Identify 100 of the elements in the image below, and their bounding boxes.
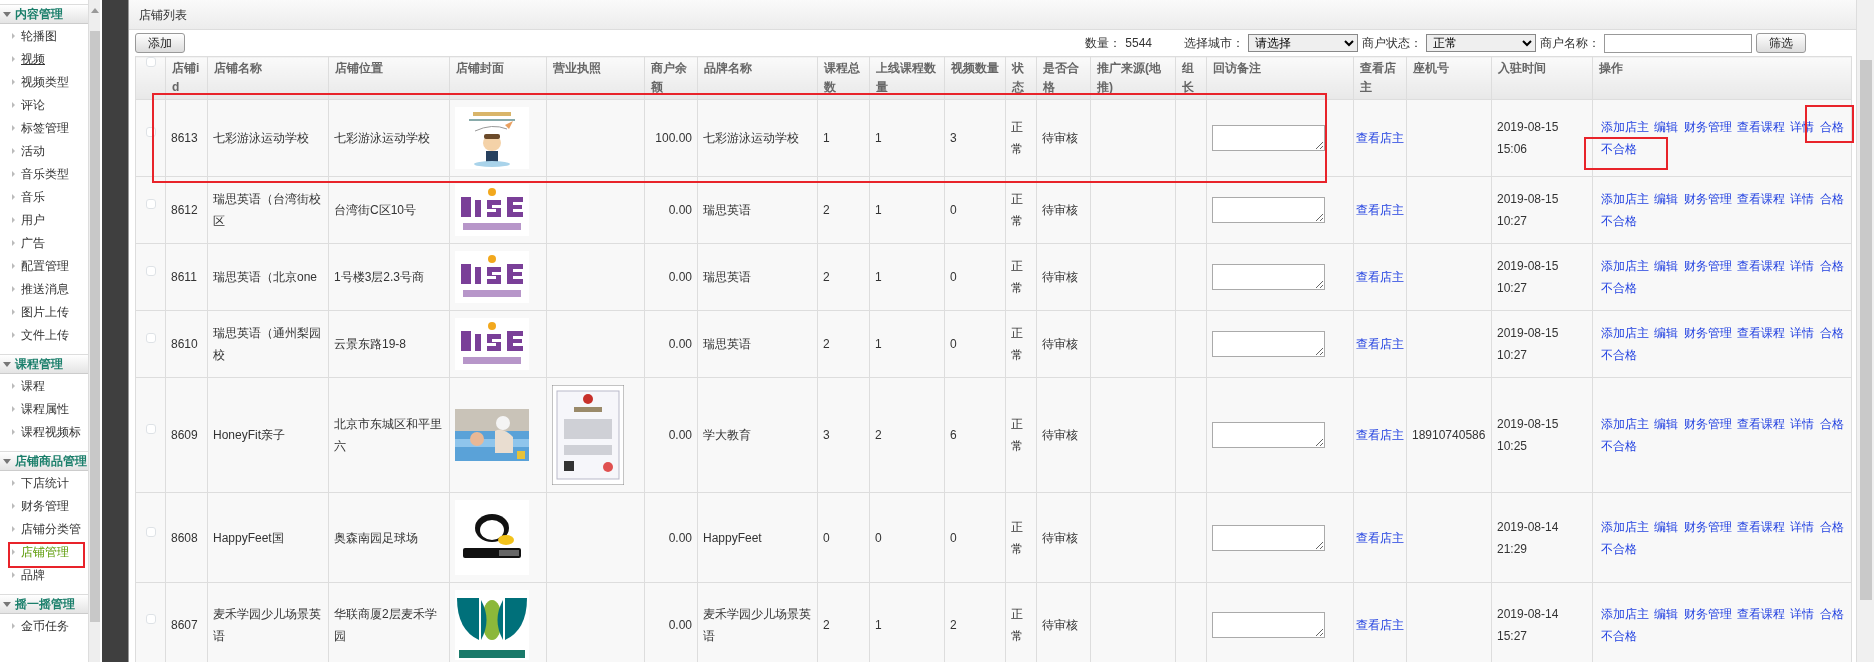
sidebar-item[interactable]: 课程视频标 (21, 422, 81, 441)
status-select[interactable]: 正常 (1426, 34, 1536, 52)
filter-button[interactable]: 筛选 (1756, 33, 1806, 53)
sidebar-item[interactable]: 图片上传 (21, 302, 69, 321)
action-link[interactable]: 合格 (1819, 326, 1844, 340)
action-link[interactable]: 编辑 (1654, 326, 1679, 340)
sidebar-item[interactable]: 课程 (21, 376, 45, 395)
action-link[interactable]: 添加店主 (1601, 120, 1649, 134)
sidebar-item[interactable]: 文件上传 (21, 325, 69, 344)
row-checkbox[interactable] (145, 333, 156, 343)
sidebar-item[interactable]: 推送消息 (21, 279, 69, 298)
view-owner-link[interactable]: 查看店主 (1356, 337, 1404, 351)
action-link[interactable]: 编辑 (1654, 417, 1679, 431)
caret-icon[interactable] (3, 11, 11, 17)
action-link[interactable]: 添加店主 (1601, 192, 1649, 206)
view-owner-link[interactable]: 查看店主 (1356, 131, 1404, 145)
row-checkbox[interactable] (145, 266, 156, 276)
action-link[interactable]: 查看课程 (1737, 417, 1786, 431)
sidebar-item[interactable]: 品牌 (21, 565, 45, 584)
view-owner-link[interactable]: 查看店主 (1356, 203, 1404, 217)
action-link[interactable]: 合格 (1819, 259, 1844, 273)
action-link[interactable]: 添加店主 (1601, 519, 1649, 534)
action-link[interactable]: 查看课程 (1737, 607, 1786, 621)
action-link[interactable]: 查看课程 (1737, 326, 1786, 340)
name-field[interactable] (1604, 33, 1752, 53)
note-field[interactable] (1212, 422, 1325, 448)
sidebar-item[interactable]: 配置管理 (21, 256, 69, 275)
sidebar-item[interactable]: 用户 (21, 210, 45, 229)
action-link[interactable]: 合格 (1819, 120, 1844, 134)
caret-icon[interactable] (3, 361, 11, 367)
action-link[interactable]: 财务管理 (1683, 519, 1732, 534)
caret-icon[interactable] (3, 458, 11, 464)
sidebar-item[interactable]: 下店统计 (21, 473, 69, 492)
sidebar-item[interactable]: 评论 (21, 95, 45, 114)
note-field[interactable] (1212, 264, 1325, 290)
action-link[interactable]: 财务管理 (1683, 192, 1732, 206)
row-checkbox[interactable] (145, 424, 156, 434)
action-link[interactable]: 查看课程 (1737, 192, 1786, 206)
action-link[interactable]: 编辑 (1654, 607, 1679, 621)
action-link[interactable]: 编辑 (1654, 519, 1679, 534)
sidebar-item[interactable]: 音乐 (21, 187, 45, 206)
action-link[interactable]: 不合格 (1601, 348, 1637, 362)
action-link[interactable]: 详情 (1790, 326, 1815, 340)
action-link[interactable]: 不合格 (1601, 439, 1637, 453)
city-select[interactable]: 请选择 (1248, 34, 1358, 52)
sidebar-item[interactable]: 金币任务 (21, 616, 69, 635)
view-owner-link[interactable]: 查看店主 (1356, 428, 1404, 442)
sidebar-item[interactable]: 音乐类型 (21, 164, 69, 183)
add-button[interactable]: 添加 (135, 33, 185, 53)
scrollbar[interactable] (88, 0, 100, 662)
sidebar-item[interactable]: 财务管理 (21, 496, 69, 515)
row-checkbox[interactable] (145, 127, 156, 137)
action-link[interactable]: 不合格 (1601, 281, 1637, 295)
row-checkbox[interactable] (145, 199, 156, 209)
view-owner-link[interactable]: 查看店主 (1356, 618, 1404, 632)
sidebar-item[interactable]: 轮播图 (21, 26, 57, 45)
action-link[interactable]: 不合格 (1601, 541, 1637, 556)
action-link[interactable]: 添加店主 (1601, 326, 1649, 340)
sidebar-item[interactable]: 视频类型 (21, 72, 69, 91)
sidebar-item[interactable]: 标签管理 (21, 118, 69, 137)
sidebar-item[interactable]: 活动 (21, 141, 45, 160)
action-link[interactable]: 详情 (1790, 417, 1815, 431)
action-link[interactable]: 查看课程 (1737, 120, 1786, 134)
row-checkbox[interactable] (145, 526, 156, 537)
action-link[interactable]: 财务管理 (1683, 259, 1732, 273)
action-link[interactable]: 详情 (1790, 607, 1815, 621)
action-link[interactable]: 合格 (1819, 417, 1844, 431)
row-checkbox[interactable] (145, 614, 156, 624)
action-link[interactable]: 不合格 (1601, 629, 1637, 643)
action-link[interactable]: 添加店主 (1601, 607, 1649, 621)
action-link[interactable]: 添加店主 (1601, 417, 1649, 431)
view-owner-link[interactable]: 查看店主 (1356, 530, 1404, 545)
action-link[interactable]: 合格 (1819, 607, 1844, 621)
action-link[interactable]: 不合格 (1601, 142, 1637, 156)
sidebar-item[interactable]: 店铺管理 (21, 542, 69, 561)
sidebar-item[interactable]: 广告 (21, 233, 45, 252)
view-owner-link[interactable]: 查看店主 (1356, 270, 1404, 284)
action-link[interactable]: 财务管理 (1683, 607, 1732, 621)
action-link[interactable]: 查看课程 (1737, 259, 1786, 273)
caret-icon[interactable] (3, 601, 11, 607)
action-link[interactable]: 编辑 (1654, 192, 1679, 206)
action-link[interactable]: 查看课程 (1737, 519, 1786, 534)
action-link[interactable]: 编辑 (1654, 259, 1679, 273)
action-link[interactable]: 财务管理 (1683, 417, 1732, 431)
action-link[interactable]: 编辑 (1654, 120, 1679, 134)
action-link[interactable]: 详情 (1790, 192, 1815, 206)
sidebar-item[interactable]: 课程属性 (21, 399, 69, 418)
action-link[interactable]: 财务管理 (1683, 326, 1732, 340)
action-link[interactable]: 合格 (1819, 519, 1844, 534)
action-link[interactable]: 详情 (1790, 259, 1815, 273)
note-field[interactable] (1212, 612, 1325, 638)
action-link[interactable]: 详情 (1790, 519, 1815, 534)
sidebar-item[interactable]: 店铺分类管 (21, 519, 81, 538)
action-link[interactable]: 合格 (1819, 192, 1844, 206)
note-field[interactable] (1212, 125, 1325, 151)
action-link[interactable]: 财务管理 (1683, 120, 1732, 134)
note-field[interactable] (1212, 197, 1325, 223)
action-link[interactable]: 添加店主 (1601, 259, 1649, 273)
action-link[interactable]: 不合格 (1601, 214, 1637, 228)
note-field[interactable] (1212, 524, 1325, 551)
